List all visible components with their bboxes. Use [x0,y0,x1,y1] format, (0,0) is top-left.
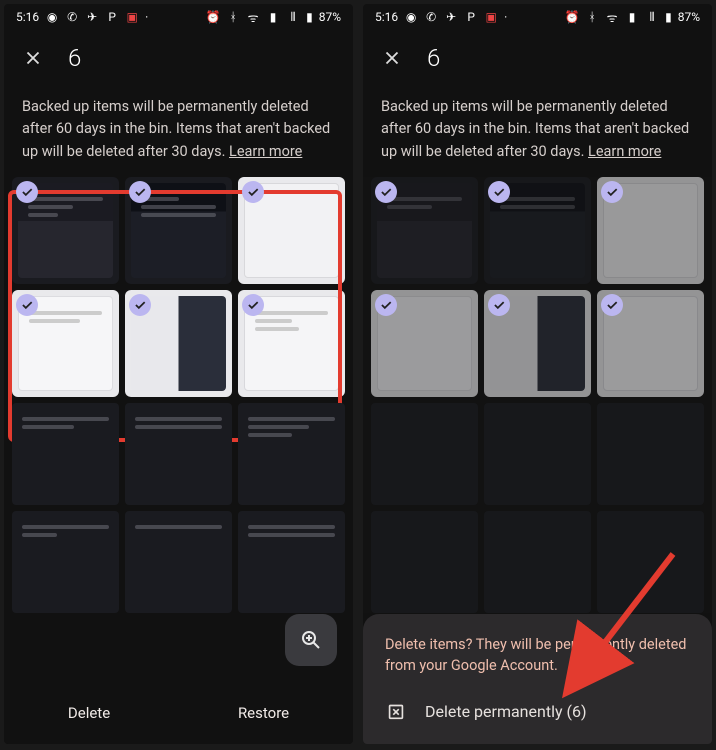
thumbnail[interactable] [371,511,478,613]
thumbnail[interactable] [484,511,591,613]
thumbnail[interactable] [484,177,591,284]
sheet-message: Delete items? They will be permanently d… [385,634,690,676]
thumbnail-grid [4,177,353,397]
phone-right: 5:16 ◉ ✆ ✈ P ▣ · ⏰ ᚼ ᯤ ▮ ⫴ ▮ 87% 6 Backe… [363,4,712,744]
telegram-icon: ✈ [85,10,99,24]
bluetooth-icon: ᚼ [585,10,599,24]
statusbar: 5:16 ◉ ✆ ✈ P ▣ · ⏰ ᚼ ᯤ ▮ ⫴ ▮ 87% [363,4,712,30]
chat-icon: ✆ [424,10,438,24]
signal2-icon: ⫴ [645,10,659,24]
thumbnail[interactable] [125,290,232,397]
wifi-icon: ᯤ [246,10,260,24]
selection-header: 6 [363,30,712,86]
battery-icon: ▮ [665,10,672,24]
battery-icon: ▮ [306,10,313,24]
thumbnail[interactable] [238,403,345,505]
thumbnail-grid [363,177,712,397]
record-icon: ▣ [484,10,498,24]
signal-icon: ▮ [266,10,280,24]
signal-icon: ▮ [625,10,639,24]
thumbnail[interactable] [484,403,591,505]
selection-header: 6 [4,30,353,86]
chat-icon: ✆ [65,10,79,24]
thumbnail[interactable] [12,403,119,505]
thumbnail[interactable] [484,290,591,397]
thumbnail[interactable] [125,177,232,284]
thumbnail[interactable] [371,403,478,505]
close-icon[interactable] [381,47,403,69]
thumbnail[interactable] [238,177,345,284]
thumbnail[interactable] [597,177,704,284]
learn-more-link[interactable]: Learn more [588,143,661,160]
thumbnail[interactable] [597,403,704,505]
selection-count: 6 [68,44,81,72]
alarm-icon: ⏰ [206,10,220,24]
thumbnail[interactable] [597,290,704,397]
info-text: Backed up items will be permanently dele… [4,86,353,177]
pinterest-icon: P [464,10,478,24]
thumbnail[interactable] [125,403,232,505]
record-icon: ▣ [125,10,139,24]
thumbnail[interactable] [238,511,345,613]
pinterest-icon: P [105,10,119,24]
phone-left: 5:16 ◉ ✆ ✈ P ▣ · ⏰ ᚼ ᯤ ▮ ⫴ ▮ 87% 6 Backe… [4,4,353,744]
bluetooth-icon: ᚼ [226,10,240,24]
telegram-icon: ✈ [444,10,458,24]
thumbnail[interactable] [597,511,704,613]
status-time: 5:16 [16,10,39,24]
thumbnail[interactable] [125,511,232,613]
thumbnail[interactable] [12,177,119,284]
status-time: 5:16 [375,10,398,24]
statusbar: 5:16 ◉ ✆ ✈ P ▣ · ⏰ ᚼ ᯤ ▮ ⫴ ▮ 87% [4,4,353,30]
thumbnail[interactable] [12,511,119,613]
delete-button[interactable]: Delete [68,704,110,722]
delete-confirm-sheet: Delete items? They will be permanently d… [363,614,712,744]
signal2-icon: ⫴ [286,10,300,24]
lower-thumbnails [4,397,353,613]
thumbnail[interactable] [371,177,478,284]
status-battery: 87% [319,10,341,24]
whatsapp-icon: ◉ [45,10,59,24]
delete-permanently-button[interactable]: Delete permanently (6) [385,700,690,722]
thumbnail[interactable] [238,290,345,397]
sheet-action-label: Delete permanently (6) [425,702,587,721]
bottom-actions: Delete Restore [4,682,353,744]
selection-count: 6 [427,44,440,72]
close-icon[interactable] [22,47,44,69]
restore-button[interactable]: Restore [238,704,289,722]
delete-forever-icon [385,700,407,722]
thumbnail[interactable] [12,290,119,397]
status-battery: 87% [678,10,700,24]
whatsapp-icon: ◉ [404,10,418,24]
alarm-icon: ⏰ [565,10,579,24]
info-text: Backed up items will be permanently dele… [363,86,712,177]
lower-thumbnails [363,397,712,613]
zoom-fab[interactable] [285,614,337,666]
learn-more-link[interactable]: Learn more [229,143,302,160]
thumbnail[interactable] [371,290,478,397]
wifi-icon: ᯤ [605,10,619,24]
